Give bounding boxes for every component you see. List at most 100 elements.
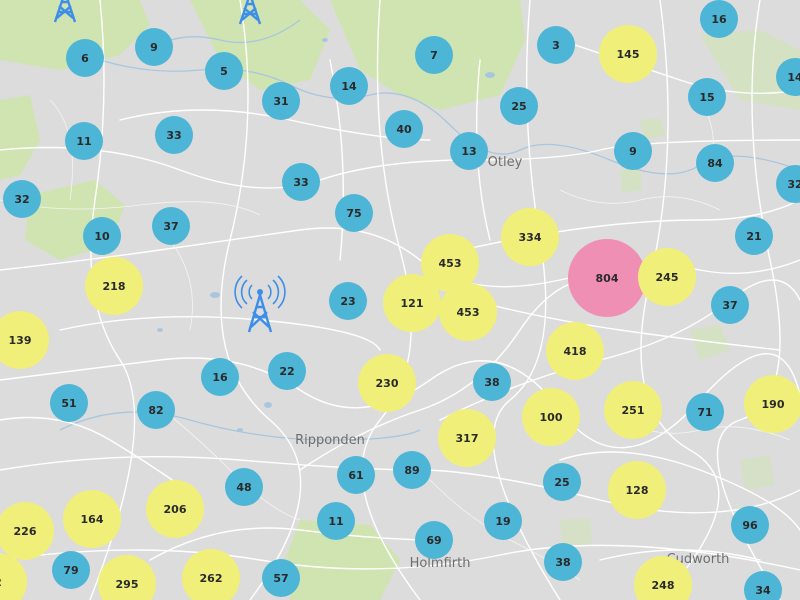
cluster-count: 33 — [293, 176, 308, 189]
cluster-count: 453 — [439, 257, 462, 270]
map-canvas[interactable]: Otley Ripponden Holmfirth Cudworth 69573… — [0, 0, 800, 600]
cluster-marker[interactable]: 33 — [282, 163, 320, 201]
cluster-count: 262 — [200, 572, 223, 585]
cluster-marker[interactable]: 16 — [201, 358, 239, 396]
cluster-marker[interactable]: 57 — [262, 559, 300, 597]
cluster-marker[interactable]: 31 — [262, 82, 300, 120]
cluster-count: 14 — [341, 80, 357, 93]
cluster-count: 31 — [273, 95, 288, 108]
cluster-marker[interactable]: 9 — [614, 132, 652, 170]
cluster-marker[interactable]: 218 — [85, 257, 143, 315]
place-label: Holmfirth — [410, 556, 471, 571]
cluster-count: 19 — [495, 515, 510, 528]
cluster-marker[interactable]: 61 — [337, 456, 375, 494]
cluster-count: 38 — [484, 376, 499, 389]
cluster-count: 206 — [164, 503, 187, 516]
cluster-marker[interactable]: 13 — [450, 132, 488, 170]
cluster-marker[interactable]: 121 — [383, 274, 441, 332]
cluster-count: 418 — [564, 345, 587, 358]
cluster-marker[interactable]: 164 — [63, 490, 121, 548]
cluster-count: 121 — [401, 297, 424, 310]
cluster-marker[interactable]: 23 — [329, 282, 367, 320]
cluster-marker[interactable]: 38 — [544, 543, 582, 581]
cluster-marker[interactable]: 84 — [696, 144, 734, 182]
cluster-marker[interactable]: 89 — [393, 451, 431, 489]
cluster-marker[interactable]: 79 — [52, 551, 90, 589]
cluster-marker[interactable]: 25 — [500, 87, 538, 125]
cluster-marker[interactable]: 32 — [3, 180, 41, 218]
cluster-count: 145 — [617, 48, 640, 61]
cluster-count: 23 — [340, 295, 355, 308]
cluster-marker[interactable]: 25 — [543, 463, 581, 501]
cluster-count: 2 — [0, 576, 2, 589]
cluster-marker[interactable]: 418 — [546, 322, 604, 380]
cluster-count: 33 — [166, 129, 181, 142]
cluster-count: 11 — [328, 515, 343, 528]
cluster-count: 75 — [346, 207, 361, 220]
cluster-count: 230 — [376, 377, 399, 390]
cluster-marker[interactable]: 251 — [604, 381, 662, 439]
cluster-marker[interactable]: 804 — [568, 239, 646, 317]
cluster-marker[interactable]: 334 — [501, 208, 559, 266]
cluster-marker[interactable]: 21 — [735, 217, 773, 255]
cluster-marker[interactable]: 14 — [330, 67, 368, 105]
cluster-marker[interactable]: 317 — [438, 409, 496, 467]
cluster-marker[interactable]: 33 — [155, 116, 193, 154]
cluster-marker[interactable]: 245 — [638, 248, 696, 306]
cluster-marker[interactable]: 96 — [731, 506, 769, 544]
cluster-count: 61 — [348, 469, 363, 482]
cluster-marker[interactable]: 100 — [522, 388, 580, 446]
cluster-marker[interactable]: 9 — [135, 28, 173, 66]
cluster-marker[interactable]: 48 — [225, 468, 263, 506]
cluster-marker[interactable]: 11 — [317, 502, 355, 540]
cluster-marker[interactable]: 7 — [415, 36, 453, 74]
cluster-marker[interactable]: 38 — [473, 363, 511, 401]
cluster-marker[interactable]: 71 — [686, 393, 724, 431]
cluster-count: 295 — [116, 578, 139, 591]
cluster-marker[interactable]: 51 — [50, 384, 88, 422]
cluster-count: 25 — [554, 476, 569, 489]
cluster-marker[interactable]: 15 — [688, 78, 726, 116]
cluster-marker[interactable]: 69 — [415, 521, 453, 559]
cluster-count: 37 — [163, 220, 178, 233]
cluster-marker[interactable]: 16 — [700, 0, 738, 38]
cluster-count: 139 — [9, 334, 32, 347]
cluster-count: 248 — [652, 579, 675, 592]
cluster-marker[interactable]: 10 — [83, 217, 121, 255]
cluster-marker[interactable]: 11 — [65, 122, 103, 160]
cluster-count: 40 — [396, 123, 412, 136]
cluster-marker[interactable]: 128 — [608, 461, 666, 519]
cluster-marker[interactable]: 206 — [146, 480, 204, 538]
cluster-count: 164 — [81, 513, 104, 526]
cluster-count: 25 — [511, 100, 526, 113]
cluster-marker[interactable]: 37 — [152, 207, 190, 245]
cluster-marker[interactable]: 230 — [358, 354, 416, 412]
cluster-marker[interactable]: 190 — [744, 375, 800, 433]
cluster-marker[interactable]: 453 — [439, 283, 497, 341]
cluster-marker[interactable]: 75 — [335, 194, 373, 232]
place-label: Otley — [488, 155, 523, 170]
cluster-marker[interactable]: 40 — [385, 110, 423, 148]
cluster-count: 317 — [456, 432, 479, 445]
cluster-marker[interactable]: 37 — [711, 286, 749, 324]
cluster-count: 251 — [622, 404, 645, 417]
cluster-count: 82 — [148, 404, 163, 417]
cluster-count: 89 — [404, 464, 419, 477]
cluster-count: 804 — [596, 272, 619, 285]
cluster-marker[interactable]: 82 — [137, 391, 175, 429]
cluster-marker[interactable]: 19 — [484, 502, 522, 540]
cluster-marker[interactable]: 6 — [66, 39, 104, 77]
cluster-count: 9 — [629, 145, 637, 158]
cluster-count: 6 — [81, 52, 89, 65]
cluster-marker[interactable]: 3 — [537, 26, 575, 64]
cluster-marker[interactable]: 22 — [268, 352, 306, 390]
cluster-count: 13 — [461, 145, 476, 158]
place-label: Ripponden — [295, 433, 365, 448]
cluster-count: 190 — [762, 398, 785, 411]
cluster-marker[interactable]: 145 — [599, 25, 657, 83]
cluster-count: 22 — [279, 365, 294, 378]
cluster-count: 37 — [722, 299, 737, 312]
cluster-marker[interactable]: 5 — [205, 52, 243, 90]
cluster-count: 32 — [14, 193, 29, 206]
cluster-count: 84 — [707, 157, 723, 170]
